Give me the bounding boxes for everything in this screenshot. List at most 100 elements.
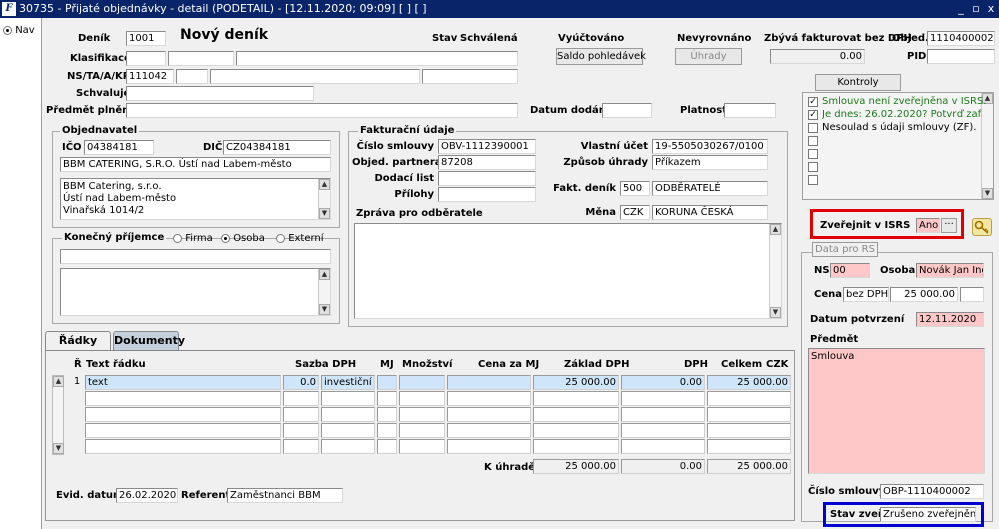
referent-field[interactable]: Zaměstnanci BBM bbox=[227, 488, 343, 503]
row-cell-sazba-pct[interactable] bbox=[283, 439, 319, 454]
row-cell-dph[interactable] bbox=[621, 391, 705, 406]
fakt-denik-name-field[interactable]: ODBĚRATELÉ bbox=[652, 181, 768, 196]
restore-button[interactable]: ▫ bbox=[970, 2, 982, 15]
prijemce-name-field[interactable] bbox=[60, 249, 331, 264]
row-cell-mj[interactable] bbox=[377, 375, 397, 390]
key-icon[interactable] bbox=[972, 218, 992, 236]
kontrola-7-checkbox[interactable] bbox=[808, 175, 818, 185]
row-cell-cena[interactable] bbox=[447, 439, 531, 454]
isrs-cislo-smlouvy-field[interactable]: OBP-1110400002 bbox=[880, 484, 984, 499]
isrs-cena-extra-field[interactable] bbox=[960, 287, 984, 302]
prilohy-field[interactable] bbox=[438, 187, 536, 202]
klasifikace-field-2[interactable] bbox=[168, 51, 234, 66]
row-cell-mnozstvi[interactable] bbox=[399, 423, 445, 438]
prijemce-address[interactable]: ▲ ▼ bbox=[60, 268, 331, 316]
table-scrollbar[interactable]: ▲ ▼ bbox=[52, 375, 64, 455]
row-cell-cena[interactable] bbox=[447, 391, 531, 406]
row-cell-zaklad[interactable] bbox=[533, 423, 619, 438]
kontrola-1-checkbox[interactable]: ✓ bbox=[808, 97, 818, 107]
row-cell-sazba-pct[interactable] bbox=[283, 391, 319, 406]
row-cell-text[interactable]: text bbox=[85, 375, 281, 390]
evid-datum-field[interactable]: 26.02.2020 bbox=[116, 488, 178, 503]
row-cell-dph[interactable] bbox=[621, 423, 705, 438]
klasifikace-field-1[interactable] bbox=[126, 51, 166, 66]
row-cell-mj[interactable] bbox=[377, 407, 397, 422]
datum-dodani-field[interactable] bbox=[602, 103, 652, 118]
predmet-plneni-field[interactable] bbox=[126, 103, 518, 118]
row-cell-zaklad[interactable] bbox=[533, 407, 619, 422]
row-cell-sazba-name[interactable] bbox=[321, 407, 375, 422]
row-cell-sazba-pct[interactable] bbox=[283, 407, 319, 422]
kp-field[interactable] bbox=[422, 69, 518, 84]
isrs-cena-type-field[interactable]: bez DPH bbox=[843, 287, 889, 302]
mena-name-field[interactable]: KORUNA ČESKÁ bbox=[652, 205, 768, 220]
row-cell-zaklad[interactable]: 25 000.00 bbox=[533, 375, 619, 390]
objednavatel-name-field[interactable]: BBM CATERING, S.R.O. Ústí nad Labem-měst… bbox=[60, 157, 331, 172]
row-cell-text[interactable] bbox=[85, 391, 281, 406]
row-cell-sazba-name[interactable] bbox=[321, 423, 375, 438]
zprava-textarea[interactable]: ▲ ▼ bbox=[354, 223, 782, 319]
row-cell-mnozstvi[interactable] bbox=[399, 439, 445, 454]
isrs-ns-field[interactable]: 00 bbox=[830, 263, 870, 278]
objed-field[interactable]: 1110400002 bbox=[927, 31, 995, 46]
row-cell-mnozstvi[interactable] bbox=[399, 407, 445, 422]
data-pro-rs-tab[interactable]: Data pro RS bbox=[812, 242, 878, 257]
row-cell-celkem[interactable] bbox=[707, 423, 791, 438]
pid-field[interactable] bbox=[927, 49, 995, 64]
row-cell-mj[interactable] bbox=[377, 423, 397, 438]
ico-field[interactable]: 04384181 bbox=[84, 140, 154, 155]
saldo-pohledavek-button[interactable]: Saldo pohledávek bbox=[556, 48, 646, 65]
cislo-smlouvy-field[interactable]: OBV-1112390001 bbox=[438, 139, 536, 154]
row-cell-text[interactable] bbox=[85, 423, 281, 438]
scroll-down-icon[interactable]: ▼ bbox=[770, 307, 781, 318]
row-cell-cena[interactable] bbox=[447, 423, 531, 438]
kontroly-scrollbar[interactable]: ▲ ▼ bbox=[981, 93, 993, 199]
zpusob-uhrady-field[interactable]: Příkazem bbox=[652, 155, 768, 170]
prijemce-option-externi[interactable]: Externí bbox=[276, 233, 324, 244]
scroll-up-icon[interactable]: ▲ bbox=[770, 224, 781, 235]
scroll-up-icon[interactable]: ▲ bbox=[53, 376, 64, 387]
ns-field[interactable]: 111042 bbox=[126, 69, 174, 84]
row-cell-dph[interactable] bbox=[621, 439, 705, 454]
row-cell-zaklad[interactable] bbox=[533, 439, 619, 454]
objednavatel-address[interactable]: BBM Catering, s.r.o. Ústí nad Labem-měst… bbox=[60, 178, 331, 220]
kontrola-5-checkbox[interactable] bbox=[808, 149, 818, 159]
nav-option[interactable]: Nav bbox=[3, 25, 35, 36]
schvaluje-field[interactable] bbox=[126, 86, 314, 101]
a-field[interactable] bbox=[210, 69, 420, 84]
row-cell-zaklad[interactable] bbox=[533, 391, 619, 406]
row-cell-text[interactable] bbox=[85, 439, 281, 454]
address-scrollbar[interactable]: ▲ ▼ bbox=[318, 179, 330, 219]
tab-dokumenty[interactable]: Dokumenty bbox=[113, 331, 185, 350]
isrs-osoba-field[interactable]: Novák Jan Ing. bbox=[916, 263, 984, 278]
isrs-cena-field[interactable]: 25 000.00 bbox=[890, 287, 958, 302]
denik-field[interactable]: 1001 bbox=[126, 31, 166, 46]
scroll-down-icon[interactable]: ▼ bbox=[53, 443, 64, 454]
row-cell-sazba-pct[interactable]: 0.0 bbox=[283, 375, 319, 390]
fakt-denik-code-field[interactable]: 500 bbox=[620, 181, 650, 196]
mena-code-field[interactable]: CZK bbox=[620, 205, 650, 220]
prijemce-option-firma[interactable]: Firma bbox=[173, 233, 213, 244]
row-cell-celkem[interactable] bbox=[707, 407, 791, 422]
scroll-down-icon[interactable]: ▼ bbox=[982, 188, 993, 199]
prijemce-scrollbar[interactable]: ▲ ▼ bbox=[318, 269, 330, 315]
row-cell-sazba-name[interactable] bbox=[321, 439, 375, 454]
scroll-down-icon[interactable]: ▼ bbox=[319, 304, 330, 315]
row-cell-celkem[interactable]: 25 000.00 bbox=[707, 375, 791, 390]
row-cell-sazba-name[interactable] bbox=[321, 391, 375, 406]
row-cell-mnozstvi[interactable] bbox=[399, 391, 445, 406]
datum-potvrzeni-field[interactable]: 12.11.2020 bbox=[916, 312, 984, 327]
close-button[interactable]: x bbox=[985, 2, 997, 15]
row-cell-text[interactable] bbox=[85, 407, 281, 422]
isrs-predmet-textarea[interactable]: Smlouva bbox=[808, 348, 985, 474]
row-cell-mj[interactable] bbox=[377, 439, 397, 454]
zprava-scrollbar[interactable]: ▲ ▼ bbox=[769, 224, 781, 318]
platnost-field[interactable] bbox=[724, 103, 776, 118]
dic-field[interactable]: CZ04384181 bbox=[223, 140, 331, 155]
row-cell-celkem[interactable] bbox=[707, 439, 791, 454]
vlastni-ucet-field[interactable]: 19-5505030267/0100 bbox=[652, 139, 768, 154]
row-cell-sazba-pct[interactable] bbox=[283, 423, 319, 438]
row-cell-celkem[interactable] bbox=[707, 391, 791, 406]
minimize-button[interactable]: _ bbox=[955, 2, 967, 15]
kontrola-4-checkbox[interactable] bbox=[808, 136, 818, 146]
